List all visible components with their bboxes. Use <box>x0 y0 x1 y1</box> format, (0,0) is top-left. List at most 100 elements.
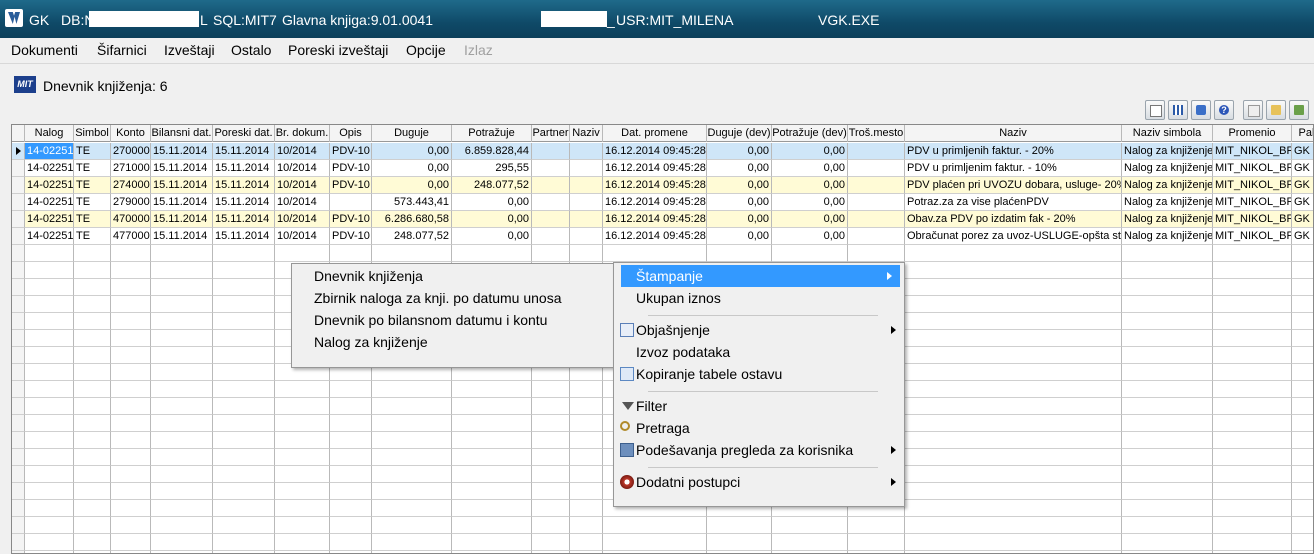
table-cell[interactable] <box>25 432 74 449</box>
table-cell[interactable] <box>213 483 275 500</box>
table-cell[interactable]: 248.077,52 <box>452 177 532 194</box>
table-cell[interactable]: Nalog za knjiženje <box>1122 143 1213 160</box>
table-cell[interactable]: Obračunat porez za uvoz-USLUGE-opšta sto <box>905 228 1122 245</box>
table-cell[interactable] <box>452 466 532 483</box>
table-cell[interactable] <box>151 500 213 517</box>
table-cell[interactable] <box>111 279 151 296</box>
column-header[interactable]: Partner <box>532 125 570 142</box>
table-cell[interactable] <box>905 262 1122 279</box>
row-indicator[interactable] <box>12 415 25 432</box>
table-cell[interactable] <box>848 211 905 228</box>
table-cell[interactable] <box>1292 262 1313 279</box>
table-cell[interactable] <box>213 500 275 517</box>
table-cell[interactable] <box>570 500 603 517</box>
column-header[interactable]: Dat. promene <box>603 125 707 142</box>
table-cell[interactable] <box>74 347 111 364</box>
submenu-nalog-za-knjizenje[interactable]: Nalog za knjiženje <box>314 331 428 353</box>
table-cell[interactable] <box>111 364 151 381</box>
table-cell[interactable] <box>25 364 74 381</box>
table-cell[interactable] <box>905 296 1122 313</box>
table-cell[interactable] <box>452 398 532 415</box>
submenu-dnevnik-po-bilansnom[interactable]: Dnevnik po bilansnom datumu i kontu <box>314 309 547 331</box>
table-cell[interactable] <box>330 466 372 483</box>
table-cell[interactable] <box>1122 534 1213 551</box>
table-cell[interactable] <box>111 381 151 398</box>
table-cell[interactable] <box>1292 500 1313 517</box>
table-cell[interactable] <box>372 415 452 432</box>
table-cell[interactable]: 16.12.2014 09:45:28 <box>603 228 707 245</box>
table-cell[interactable] <box>25 330 74 347</box>
table-cell[interactable] <box>905 466 1122 483</box>
table-cell[interactable]: 16.12.2014 09:45:28 <box>603 143 707 160</box>
row-indicator[interactable] <box>12 500 25 517</box>
table-cell[interactable]: 15.11.2014 <box>151 194 213 211</box>
table-cell[interactable] <box>151 313 213 330</box>
table-cell[interactable] <box>570 177 603 194</box>
table-cell[interactable] <box>707 534 772 551</box>
column-header[interactable]: Konto <box>111 125 151 142</box>
table-cell[interactable] <box>213 296 275 313</box>
table-cell[interactable] <box>151 466 213 483</box>
row-indicator[interactable] <box>12 364 25 381</box>
table-cell[interactable]: 6.286.680,58 <box>372 211 452 228</box>
menu-item-podesavanja-pregleda[interactable]: Podešavanja pregleda za korisnika <box>614 439 904 461</box>
table-cell[interactable] <box>848 160 905 177</box>
table-cell[interactable] <box>275 432 330 449</box>
table-cell[interactable] <box>213 398 275 415</box>
table-cell[interactable] <box>848 517 905 534</box>
table-cell[interactable] <box>330 194 372 211</box>
column-header[interactable]: Duguje (dev) <box>707 125 772 142</box>
table-cell[interactable]: 573.443,41 <box>372 194 452 211</box>
table-cell[interactable]: MIT_NIKOL_BR <box>1213 194 1292 211</box>
table-cell[interactable] <box>1213 347 1292 364</box>
table-cell[interactable] <box>330 449 372 466</box>
table-cell[interactable]: Nalog za knjiženje <box>1122 228 1213 245</box>
table-cell[interactable] <box>213 313 275 330</box>
table-cell[interactable]: GK <box>1292 177 1313 194</box>
table-cell[interactable] <box>1122 364 1213 381</box>
table-cell[interactable] <box>151 347 213 364</box>
table-cell[interactable] <box>1213 432 1292 449</box>
menu-opcije[interactable]: Opcije <box>406 42 446 58</box>
table-cell[interactable]: 0,00 <box>452 228 532 245</box>
table-cell[interactable] <box>1213 449 1292 466</box>
table-cell[interactable] <box>1213 534 1292 551</box>
table-cell[interactable]: 477000 <box>111 228 151 245</box>
table-cell[interactable] <box>111 466 151 483</box>
table-cell[interactable] <box>74 432 111 449</box>
table-cell[interactable] <box>151 364 213 381</box>
table-cell[interactable] <box>25 279 74 296</box>
table-cell[interactable] <box>25 398 74 415</box>
table-cell[interactable] <box>1213 330 1292 347</box>
table-cell[interactable] <box>1122 262 1213 279</box>
table-cell[interactable] <box>1122 347 1213 364</box>
table-cell[interactable] <box>532 245 570 262</box>
table-cell[interactable]: 0,00 <box>707 194 772 211</box>
table-cell[interactable]: 0,00 <box>452 211 532 228</box>
table-cell[interactable] <box>372 534 452 551</box>
table-cell[interactable] <box>111 313 151 330</box>
table-cell[interactable] <box>1213 245 1292 262</box>
column-header[interactable]: Opis <box>330 125 372 142</box>
menu-item-ukupan-iznos[interactable]: Ukupan iznos <box>621 287 900 309</box>
table-cell[interactable] <box>111 432 151 449</box>
table-cell[interactable] <box>1292 245 1313 262</box>
table-cell[interactable] <box>74 534 111 551</box>
menu-poreski-izvestaji[interactable]: Poreski izveštaji <box>288 42 388 58</box>
table-cell[interactable] <box>1213 483 1292 500</box>
table-cell[interactable] <box>532 432 570 449</box>
row-indicator[interactable] <box>12 534 25 551</box>
table-cell[interactable] <box>330 534 372 551</box>
table-cell[interactable]: PDV-10 <box>330 228 372 245</box>
table-cell[interactable] <box>25 449 74 466</box>
table-cell[interactable] <box>452 449 532 466</box>
table-cell[interactable] <box>1292 347 1313 364</box>
table-cell[interactable] <box>111 449 151 466</box>
table-cell[interactable]: GK <box>1292 143 1313 160</box>
table-cell[interactable] <box>372 517 452 534</box>
empty-row[interactable] <box>12 534 1313 551</box>
table-cell[interactable]: GK <box>1292 194 1313 211</box>
table-cell[interactable] <box>372 398 452 415</box>
table-cell[interactable] <box>570 194 603 211</box>
table-cell[interactable] <box>372 466 452 483</box>
